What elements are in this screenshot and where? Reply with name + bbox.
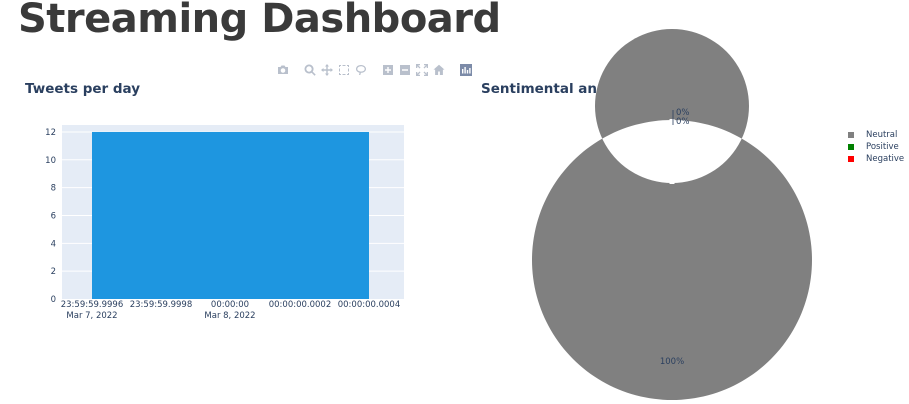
legend-swatch-negative (848, 156, 854, 162)
y-tick-label: 2 (51, 267, 56, 277)
bar-mark[interactable] (92, 131, 369, 299)
pie-percent-label-negative: 0% (676, 117, 690, 127)
pie-percent-label-neutral: 100% (660, 357, 684, 367)
legend-item-positive[interactable]: Positive (848, 141, 904, 153)
y-tick-label: 12 (45, 128, 56, 138)
pie-slice-neutral[interactable] (531, 28, 812, 401)
x-tick-date-label: Mar 8, 2022 (204, 311, 255, 321)
y-tick-label: 0 (51, 295, 56, 305)
legend-item-negative[interactable]: Negative (848, 153, 904, 165)
tweets-per-day-bar-chart[interactable]: 0 2 4 6 8 10 12 23:59:59.9996Mar 7, 2022 23:59:5… (0, 0, 909, 404)
legend-item-neutral[interactable]: Neutral (848, 129, 904, 141)
x-tick-label: 00:00:00 (211, 300, 249, 310)
x-tick-date-label: Mar 7, 2022 (66, 311, 117, 321)
legend-swatch-neutral (848, 132, 854, 138)
x-tick-label: 23:59:59.9998 (130, 300, 193, 310)
x-tick-label: 00:00:00.0002 (269, 300, 332, 310)
legend-label-neutral: Neutral (866, 130, 898, 140)
legend-label-positive: Positive (866, 142, 899, 152)
y-tick-label: 10 (45, 156, 56, 166)
y-tick-label: 6 (51, 211, 56, 221)
legend-label-negative: Negative (866, 154, 905, 164)
legend-swatch-positive (848, 144, 854, 150)
pie-legend: Neutral Positive Negative (848, 129, 904, 165)
y-tick-label: 4 (51, 239, 56, 249)
x-tick-label: 00:00:00.0004 (338, 300, 401, 310)
y-tick-label: 8 (51, 184, 56, 194)
x-tick-label: 23:59:59.9996 (61, 300, 124, 310)
